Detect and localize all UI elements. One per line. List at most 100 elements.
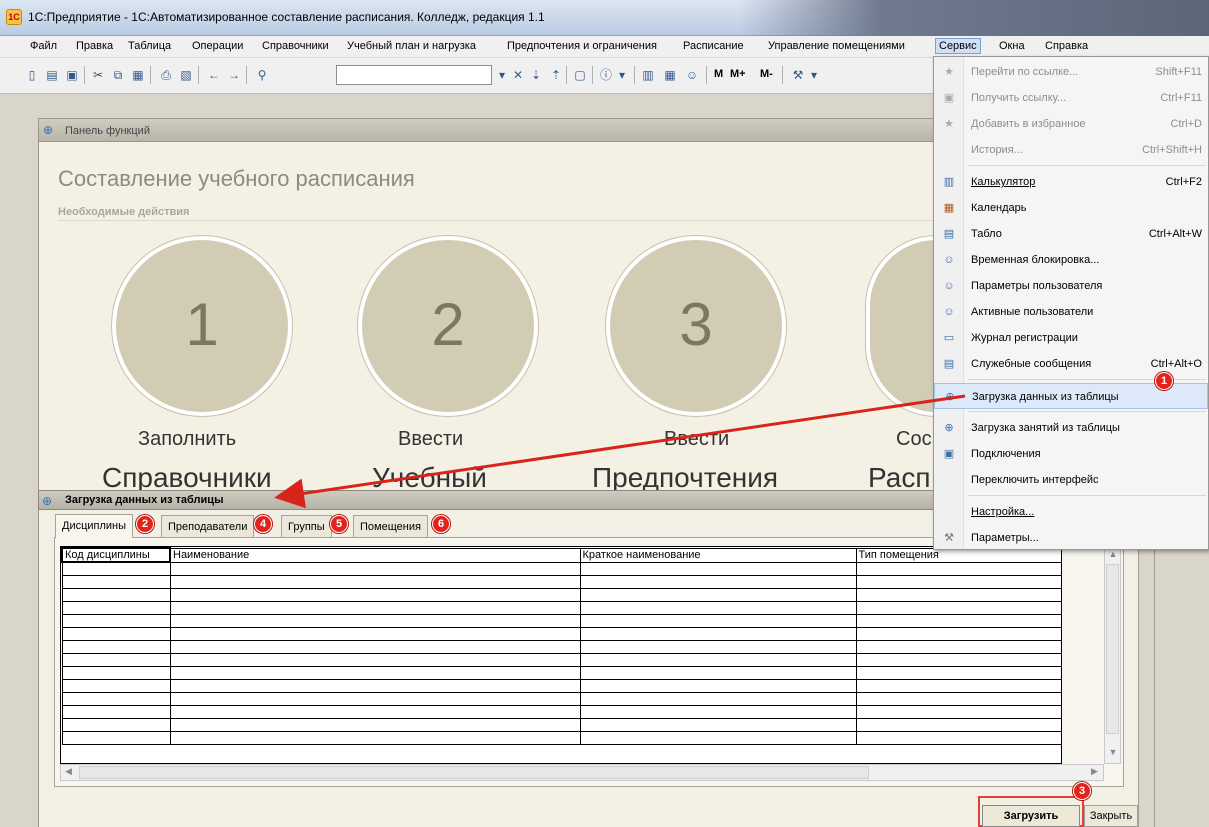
users-icon[interactable]: ☺ — [684, 67, 700, 83]
new-document-icon[interactable]: ▯ — [24, 67, 40, 83]
step-object[interactable]: Справочники — [102, 462, 272, 492]
menu-item-switch-interface[interactable]: Переключить интерфейс — [934, 467, 1208, 493]
load-button[interactable]: Загрузить — [982, 805, 1080, 827]
table-row[interactable] — [61, 600, 1061, 615]
table-row[interactable] — [61, 691, 1061, 706]
vertical-scrollbar[interactable]: ▲ ▼ — [1104, 546, 1121, 764]
print-icon[interactable]: ⎙ — [158, 67, 174, 83]
paste-icon[interactable]: ▦ — [130, 67, 146, 83]
scroll-left-icon[interactable]: ◀ — [65, 766, 72, 777]
step-circle-1[interactable]: 1 — [112, 236, 292, 416]
table-row[interactable] — [61, 639, 1061, 654]
scroll-thumb[interactable] — [1106, 564, 1119, 734]
open-folder-icon[interactable]: ▤ — [44, 67, 60, 83]
menu-item-temp-lock[interactable]: ☺ Временная блокировка... — [934, 247, 1208, 273]
menu-item-calculator[interactable]: ▥ Калькулятор Ctrl+F2 — [934, 169, 1208, 195]
table-row[interactable] — [61, 626, 1061, 641]
message-icon: ▤ — [943, 358, 955, 370]
menu-item-add-favorite[interactable]: ★ Добавить в избранное Ctrl+D — [934, 111, 1208, 137]
menu-item-calendar[interactable]: ▦ Календарь — [934, 195, 1208, 221]
menu-item-event-log[interactable]: ▭ Журнал регистрации — [934, 325, 1208, 351]
copy-icon[interactable]: ⧉ — [110, 67, 126, 83]
load-window-title: Загрузка данных из таблицы — [65, 494, 224, 506]
info-dropdown-icon[interactable]: ▾ — [614, 67, 630, 83]
toolbar-separator — [782, 66, 783, 84]
tab-teachers[interactable]: Преподаватели — [161, 515, 255, 537]
table-row[interactable] — [61, 613, 1061, 628]
menu-references[interactable]: Справочники — [262, 40, 329, 52]
table-row[interactable] — [61, 561, 1061, 576]
memory-button[interactable]: M — [714, 68, 723, 80]
menu-curriculum[interactable]: Учебный план и нагрузка — [347, 40, 476, 52]
horizontal-scrollbar[interactable]: ◀ ▶ — [60, 764, 1104, 781]
search-icon[interactable]: ⚲ — [254, 67, 270, 83]
menu-item-go-to-link[interactable]: ★ Перейти по ссылке... Shift+F11 — [934, 59, 1208, 85]
back-icon[interactable]: ← — [206, 67, 222, 83]
print-preview-icon[interactable]: ▧ — [178, 67, 194, 83]
scroll-right-icon[interactable]: ▶ — [1091, 766, 1098, 777]
menu-item-scoreboard[interactable]: ▤ Табло Ctrl+Alt+W — [934, 221, 1208, 247]
table-row[interactable] — [61, 678, 1061, 693]
step-circle-3[interactable]: 3 — [606, 236, 786, 416]
tab-groups[interactable]: Группы — [281, 515, 332, 537]
calculator-icon: ▥ — [943, 176, 955, 188]
menu-help[interactable]: Справка — [1045, 40, 1088, 52]
menu-preferences[interactable]: Предпочтения и ограничения — [507, 40, 657, 52]
wrench-dropdown-icon[interactable]: ▾ — [806, 67, 822, 83]
table-row[interactable] — [61, 717, 1061, 732]
memory-plus-button[interactable]: M+ — [730, 68, 746, 80]
menu-windows[interactable]: Окна — [999, 40, 1025, 52]
menu-schedule[interactable]: Расписание — [683, 40, 744, 52]
close-button[interactable]: Закрыть — [1084, 805, 1138, 827]
table-row[interactable] — [61, 574, 1061, 589]
table-row[interactable] — [61, 587, 1061, 602]
menu-item-parameters[interactable]: ⚒ Параметры... — [934, 525, 1208, 551]
search-input[interactable] — [336, 65, 492, 85]
calculator-icon[interactable]: ▥ — [640, 67, 656, 83]
wrench-icon[interactable]: ⚒ — [790, 67, 806, 83]
menu-item-load-lessons[interactable]: ⊕ Загрузка занятий из таблицы — [934, 415, 1208, 441]
step-object[interactable]: Учебный — [372, 462, 487, 492]
data-table[interactable]: Код дисциплины Наименование Краткое наим… — [60, 546, 1062, 764]
cut-icon[interactable]: ✂ — [90, 67, 106, 83]
table-row[interactable] — [61, 730, 1061, 745]
title-bar-blur — [739, 0, 1209, 36]
step-object[interactable]: Предпочтения — [592, 462, 778, 492]
menu-item-user-params[interactable]: ☺ Параметры пользователя — [934, 273, 1208, 299]
scroll-thumb[interactable] — [79, 766, 869, 779]
tab-disciplines[interactable]: Дисциплины — [55, 514, 134, 538]
forward-icon[interactable]: → — [226, 67, 242, 83]
menu-item-get-link[interactable]: ▣ Получить ссылку... Ctrl+F11 — [934, 85, 1208, 111]
menu-item-history[interactable]: История... Ctrl+Shift+H — [934, 137, 1208, 163]
menu-edit[interactable]: Правка — [76, 40, 113, 52]
dropdown-icon[interactable]: ▾ — [494, 67, 510, 83]
find-next-icon[interactable]: ⇣ — [528, 67, 544, 83]
menu-item-connections[interactable]: ▣ Подключения — [934, 441, 1208, 467]
column-header[interactable]: Код дисциплины — [61, 547, 171, 563]
menu-service[interactable]: Сервис — [935, 38, 981, 54]
menu-item-active-users[interactable]: ☺ Активные пользователи — [934, 299, 1208, 325]
column-header[interactable]: Краткое наименование — [579, 547, 857, 563]
table-row[interactable] — [61, 704, 1061, 719]
calendar-icon[interactable]: ▦ — [662, 67, 678, 83]
clear-search-icon[interactable]: ✕ — [510, 67, 526, 83]
menu-item-settings[interactable]: Настройка... — [934, 499, 1208, 525]
info-icon[interactable]: ⓘ — [598, 67, 614, 83]
scroll-down-icon[interactable]: ▼ — [1107, 747, 1119, 757]
find-prev-icon[interactable]: ⇡ — [548, 67, 564, 83]
table-row[interactable] — [61, 652, 1061, 667]
menu-item-label: Получить ссылку... — [971, 92, 1067, 104]
step-circle-2[interactable]: 2 — [358, 236, 538, 416]
memory-minus-button[interactable]: M- — [760, 68, 773, 80]
menu-rooms[interactable]: Управление помещениями — [768, 40, 905, 52]
window-icon[interactable]: ▢ — [572, 67, 588, 83]
column-header[interactable]: Наименование — [169, 547, 581, 563]
wrench-icon: ⚒ — [944, 532, 954, 544]
tab-rooms[interactable]: Помещения — [353, 515, 428, 537]
save-icon[interactable]: ▣ — [64, 67, 80, 83]
menu-file[interactable]: Файл — [30, 40, 57, 52]
menu-table[interactable]: Таблица — [128, 40, 171, 52]
table-row[interactable] — [61, 665, 1061, 680]
step-object[interactable]: Расп — [868, 462, 930, 492]
menu-operations[interactable]: Операции — [192, 40, 243, 52]
